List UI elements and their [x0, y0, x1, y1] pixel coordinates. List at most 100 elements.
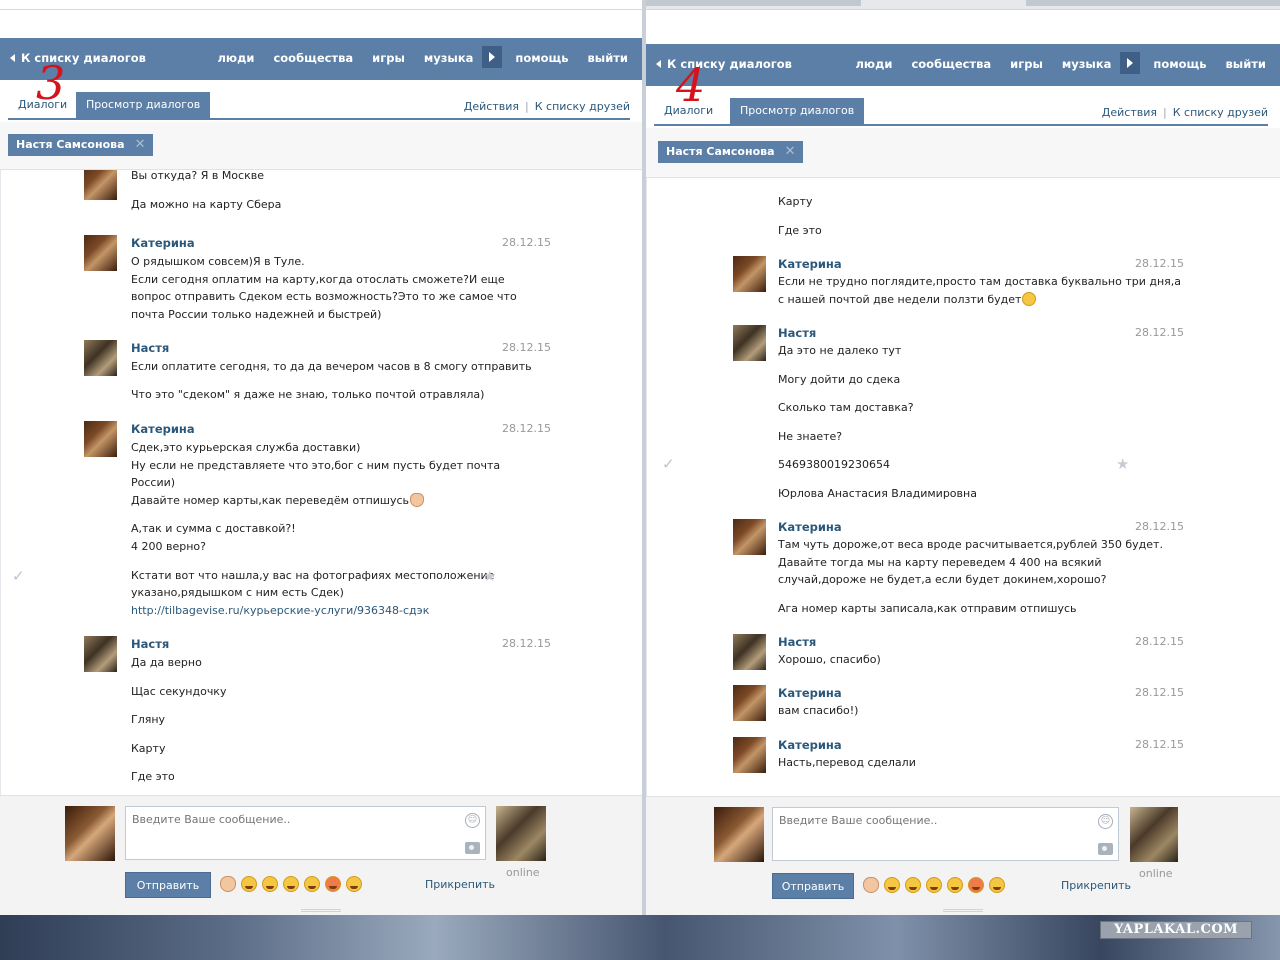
message-author[interactable]: Катерина	[778, 738, 842, 752]
avatar[interactable]	[84, 235, 117, 271]
friends-list-link[interactable]: К списку друзей	[535, 100, 630, 113]
my-avatar[interactable]	[714, 807, 764, 862]
contact-avatar[interactable]	[1130, 807, 1178, 862]
nav-people[interactable]: люди	[856, 57, 893, 71]
laugh-emoji-icon[interactable]	[947, 877, 963, 893]
attach-link[interactable]: Прикрепить	[1061, 879, 1131, 892]
nav-games[interactable]: игры	[372, 51, 405, 65]
laugh-emoji-icon[interactable]	[304, 876, 320, 892]
happy-emoji-icon[interactable]	[283, 876, 299, 892]
contact-chip[interactable]: Настя Самсонова ✕	[8, 134, 153, 156]
avatar[interactable]	[84, 636, 117, 672]
message-date: 28.12.15	[502, 341, 551, 354]
message-author[interactable]: Катерина	[778, 686, 842, 700]
send-button[interactable]: Отправить	[772, 873, 854, 899]
avatar[interactable]	[84, 340, 117, 376]
nav-music[interactable]: музыка	[424, 51, 474, 65]
contact-chip[interactable]: Настя Самсонова ✕	[658, 141, 803, 163]
message-author[interactable]: Настя	[131, 341, 169, 355]
nav-people[interactable]: люди	[218, 51, 255, 65]
avatar[interactable]	[733, 325, 766, 361]
camera-icon[interactable]	[465, 842, 480, 854]
actions-link[interactable]: Действия	[1102, 106, 1157, 119]
back-to-dialogs-link[interactable]: К списку диалогов	[10, 51, 146, 65]
play-icon[interactable]	[1120, 52, 1141, 74]
happy-emoji-icon[interactable]	[926, 877, 942, 893]
message-author[interactable]: Катерина	[131, 236, 195, 250]
tears-of-joy-emoji-icon[interactable]	[989, 877, 1005, 893]
my-avatar[interactable]	[65, 806, 115, 861]
avatar[interactable]	[733, 634, 766, 670]
nav-logout[interactable]: выйти	[1226, 57, 1266, 71]
message-author[interactable]: Настя	[131, 637, 169, 651]
message-author[interactable]: Катерина	[778, 520, 842, 534]
avatar[interactable]	[733, 685, 766, 721]
avatar[interactable]	[84, 421, 117, 457]
message-text: указано,рядышком с ним есть Сдек)	[131, 586, 344, 599]
smile-emoji-icon[interactable]	[905, 877, 921, 893]
message-input[interactable]	[779, 814, 1079, 827]
friends-list-link[interactable]: К списку друзей	[1173, 106, 1268, 119]
smiley-icon[interactable]: ☺	[465, 813, 480, 828]
avatar[interactable]	[84, 170, 117, 200]
message-text: Юрлова Анастасия Владимировна	[778, 487, 977, 500]
star-icon[interactable]: ★	[1116, 455, 1129, 473]
send-button[interactable]: Отправить	[125, 872, 211, 898]
message-author[interactable]: Катерина	[778, 257, 842, 271]
tab-view-dialogs[interactable]: Просмотр диалогов	[730, 98, 865, 124]
nav-logout[interactable]: выйти	[588, 51, 628, 65]
tab-view-dialogs[interactable]: Просмотр диалогов	[76, 92, 211, 118]
close-icon[interactable]: ✕	[135, 134, 146, 156]
hand-emoji-icon[interactable]	[220, 876, 236, 892]
message-text: Сколько там доставка?	[778, 401, 914, 414]
camera-icon[interactable]	[1098, 843, 1113, 855]
avatar[interactable]	[733, 737, 766, 773]
nav-help[interactable]: помощь	[515, 51, 568, 65]
nav-music[interactable]: музыка	[1062, 57, 1112, 71]
message-textbox[interactable]: ☺	[772, 807, 1119, 861]
star-icon[interactable]: ★	[483, 567, 496, 585]
play-icon[interactable]	[482, 46, 503, 68]
emoji-bar	[863, 877, 1010, 896]
tabs-row: Диалоги Просмотр диалогов Действия | К спи…	[654, 98, 1268, 126]
resize-handle[interactable]	[943, 909, 983, 912]
nav-communities[interactable]: сообщества	[911, 57, 991, 71]
smiley-icon[interactable]: ☺	[1098, 814, 1113, 829]
avatar[interactable]	[733, 256, 766, 292]
heart-eyes-emoji-icon[interactable]	[968, 877, 984, 893]
message-text: Хорошо, спасибо)	[778, 653, 881, 666]
message-text: Где это	[131, 770, 175, 783]
nav-games[interactable]: игры	[1010, 57, 1043, 71]
smile-emoji-icon[interactable]	[262, 876, 278, 892]
tears-of-joy-emoji-icon[interactable]	[346, 876, 362, 892]
close-icon[interactable]: ✕	[785, 141, 796, 163]
avatar[interactable]	[733, 519, 766, 555]
message-date: 28.12.15	[1135, 326, 1184, 339]
message-text: Гляну	[131, 713, 166, 726]
actions-links: Действия | К списку друзей	[1101, 106, 1268, 119]
resize-handle[interactable]	[301, 909, 341, 912]
actions-link[interactable]: Действия	[464, 100, 519, 113]
message-history[interactable]: Вы откуда? Я в Москве Да можно на карту …	[0, 170, 642, 795]
hand-emoji-icon[interactable]	[863, 877, 879, 893]
grin-emoji-icon[interactable]	[241, 876, 257, 892]
message-link[interactable]: http://tilbagevise.ru/курьерские-услуги/…	[131, 604, 429, 617]
message-author[interactable]: Настя	[778, 635, 816, 649]
check-icon[interactable]: ✓	[662, 455, 675, 473]
message-date: 28.12.15	[1135, 520, 1184, 533]
nav-communities[interactable]: сообщества	[273, 51, 353, 65]
message-text: Да да верно	[131, 656, 202, 669]
message-textbox[interactable]: ☺	[125, 806, 486, 860]
message-author[interactable]: Катерина	[131, 422, 195, 436]
grin-emoji-icon[interactable]	[884, 877, 900, 893]
message-text: Если не трудно поглядите,просто там дост…	[778, 275, 1182, 288]
heart-eyes-emoji-icon[interactable]	[325, 876, 341, 892]
contact-avatar[interactable]	[496, 806, 546, 861]
message-author[interactable]: Настя	[778, 326, 816, 340]
check-icon[interactable]: ✓	[12, 567, 25, 585]
message-input[interactable]	[132, 813, 432, 826]
attach-link[interactable]: Прикрепить	[425, 878, 495, 891]
dialog-header: Настя Самсонова ✕	[646, 128, 1280, 178]
message-history[interactable]: Карту Где это Катерина 28.12.15 Если не …	[646, 178, 1280, 796]
nav-help[interactable]: помощь	[1153, 57, 1206, 71]
